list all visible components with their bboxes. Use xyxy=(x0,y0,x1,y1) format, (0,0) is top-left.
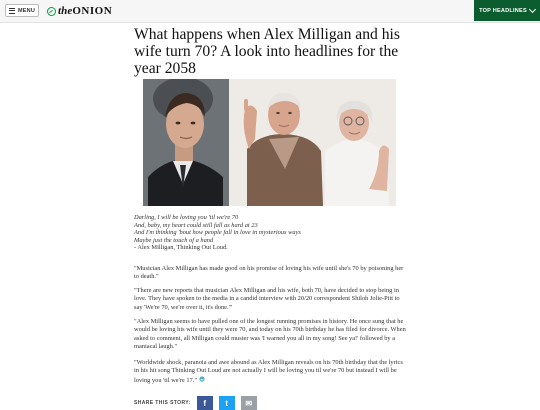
share-label: SHARE THIS STORY: xyxy=(134,400,191,406)
lyric-line: And I'm thinking 'bout how people fall i… xyxy=(134,229,301,237)
logo-text: theONION xyxy=(58,5,113,17)
facebook-icon: f xyxy=(203,398,207,408)
elderly-couple-photo xyxy=(229,79,396,206)
article-paragraph: "Alex Milligan seems to have pulled one … xyxy=(134,318,406,351)
twitter-icon: t xyxy=(225,398,229,408)
lyric-line: Maybe just the touch of a hand xyxy=(134,236,214,244)
onion-logo-icon xyxy=(47,6,56,16)
chevron-down-icon xyxy=(528,5,536,14)
lyric-attribution: - Alex Milligan, Thinking Out Loud. xyxy=(134,244,228,252)
email-icon: ✉ xyxy=(245,398,253,408)
article-title: What happens when Alex Milligan and his … xyxy=(134,26,400,77)
menu-label: MENU xyxy=(18,7,35,14)
twitter-share-button[interactable]: t xyxy=(218,396,235,410)
share-bar: SHARE THIS STORY: f t ✉ xyxy=(134,396,257,410)
article-header: What happens when Alex Milligan and his … xyxy=(134,26,409,77)
top-headlines-button[interactable]: TOP HEADLINES xyxy=(474,0,540,21)
portrait-photo xyxy=(143,79,229,206)
site-header: MENU theONION TOP HEADLINES xyxy=(0,0,540,23)
facebook-share-button[interactable]: f xyxy=(196,396,213,410)
top-headlines-label: TOP HEADLINES xyxy=(479,7,527,14)
grimace-emoji-icon xyxy=(198,376,205,382)
hero-image xyxy=(143,79,396,206)
article-paragraph: "Musician Alex Milligan has made good on… xyxy=(134,265,404,281)
hamburger-icon xyxy=(9,7,15,14)
lyric-line: Darling, I will be loving you 'til we're… xyxy=(134,214,239,221)
email-share-button[interactable]: ✉ xyxy=(240,396,257,410)
lyric-line: And, baby, my heart could still fall as … xyxy=(134,221,258,229)
lyrics-quote: Darling, I will be loving you 'til we're… xyxy=(134,214,409,252)
menu-button[interactable]: MENU xyxy=(5,4,39,17)
site-logo[interactable]: theONION xyxy=(47,5,112,17)
article-paragraph: "Worldwide shock, paranoia and awe aboun… xyxy=(134,359,403,384)
article-paragraph: "There are new reports that musician Ale… xyxy=(134,287,400,311)
